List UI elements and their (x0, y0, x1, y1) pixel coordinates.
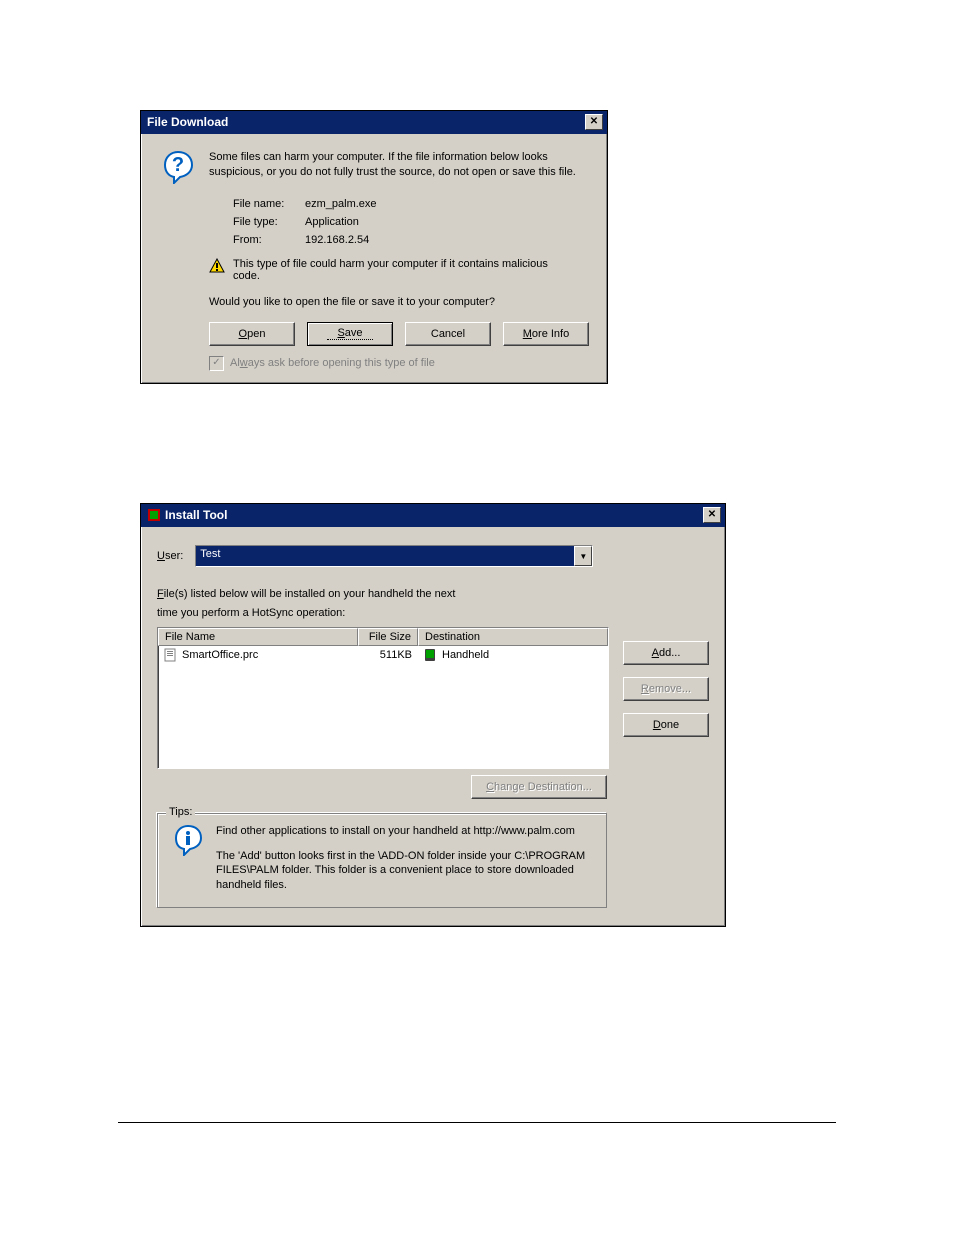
prc-file-icon (164, 648, 178, 662)
chevron-down-icon[interactable]: ▼ (574, 546, 592, 566)
install-tool-body: User: Test ▼ File(s) listed below will b… (141, 527, 725, 926)
install-tool-titlebar: Install Tool ✕ (141, 504, 725, 527)
user-label: User: (157, 550, 183, 562)
tips-legend: Tips: (166, 806, 195, 818)
column-filesize[interactable]: File Size (358, 628, 418, 646)
column-filename[interactable]: File Name (158, 628, 358, 646)
done-button[interactable]: Done (623, 713, 709, 737)
add-button[interactable]: Add... (623, 641, 709, 665)
always-ask-row: ✓ Always ask before opening this type of… (209, 356, 589, 371)
info-icon (172, 824, 204, 856)
close-icon[interactable]: ✕ (585, 114, 603, 130)
filetype-value: Application (305, 216, 589, 228)
tips-line1: Find other applications to install on yo… (216, 824, 592, 839)
install-tool-dialog: Install Tool ✕ User: Test ▼ File(s) list… (140, 503, 726, 927)
open-button[interactable]: Open (209, 322, 295, 346)
remove-button: Remove... (623, 677, 709, 701)
list-item[interactable]: SmartOffice.prc 511KB Handheld (158, 646, 608, 664)
filename-value: ezm_palm.exe (305, 198, 589, 210)
open-button-rest: pen (247, 328, 265, 340)
file-download-titlebar: File Download ✕ (141, 111, 607, 134)
filename-label: File name: (233, 198, 305, 210)
row0-name: SmartOffice.prc (182, 649, 258, 661)
warning-message: Some files can harm your computer. If th… (209, 150, 589, 180)
more-info-button[interactable]: More Info (503, 322, 589, 346)
cancel-button-label: Cancel (431, 328, 465, 340)
install-tool-app-icon (147, 508, 161, 522)
file-download-title: File Download (147, 115, 228, 129)
file-download-dialog: File Download ✕ ? Some files can harm yo… (140, 110, 608, 384)
save-button[interactable]: Save (307, 322, 393, 346)
footer-divider (118, 1122, 836, 1123)
instruction-line2: time you perform a HotSync operation: (157, 606, 709, 621)
from-label: From: (233, 234, 305, 246)
install-tool-title: Install Tool (165, 508, 227, 522)
user-selected: Test (196, 546, 574, 566)
from-value: 192.168.2.54 (305, 234, 589, 246)
file-download-body: ? Some files can harm your computer. If … (141, 134, 607, 383)
user-combobox[interactable]: Test ▼ (195, 545, 593, 567)
tips-line2: The 'Add' button looks first in the \ADD… (216, 849, 592, 894)
change-destination-button: Change Destination... (471, 775, 607, 799)
file-listview[interactable]: File Name File Size Destination SmartOff… (157, 627, 609, 769)
cancel-button[interactable]: Cancel (405, 322, 491, 346)
listview-header: File Name File Size Destination (158, 628, 608, 646)
tips-groupbox: Tips: Find other applications to install… (157, 813, 607, 908)
warning-icon (209, 258, 225, 274)
harm-warning: This type of file could harm your comput… (233, 258, 563, 282)
handheld-icon (424, 648, 436, 662)
always-ask-checkbox: ✓ (209, 356, 224, 371)
svg-text:?: ? (172, 154, 184, 176)
close-icon[interactable]: ✕ (703, 507, 721, 523)
open-save-question: Would you like to open the file or save … (209, 296, 589, 308)
filetype-label: File type: (233, 216, 305, 228)
question-icon: ? (161, 150, 195, 184)
page: File Download ✕ ? Some files can harm yo… (0, 0, 954, 1235)
row0-size: 511KB (358, 647, 418, 663)
row0-dest: Handheld (442, 649, 489, 661)
column-destination[interactable]: Destination (418, 628, 608, 646)
